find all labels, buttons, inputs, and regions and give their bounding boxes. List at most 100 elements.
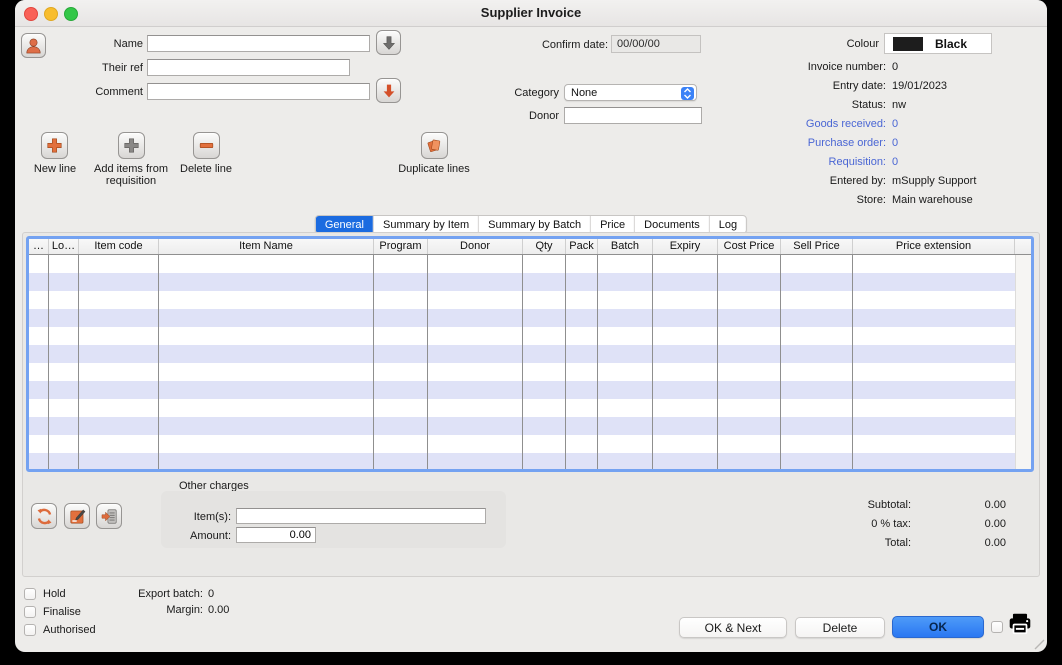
tab-price[interactable]: Price [590, 216, 634, 233]
table-row[interactable] [29, 273, 1031, 291]
column-header[interactable]: Item code [79, 239, 159, 254]
table-row[interactable] [29, 327, 1031, 345]
column-header[interactable]: Donor [428, 239, 523, 254]
totals-label: Subtotal: [761, 499, 911, 511]
table-row[interactable] [29, 381, 1031, 399]
totals-value: 0.00 [911, 518, 1006, 530]
name-input[interactable] [147, 35, 370, 52]
info-row: Purchase order: 0 [645, 133, 976, 152]
column-divider [427, 255, 428, 471]
confirm-date-field: 00/00/00 [611, 35, 701, 53]
tab-summary-by-item[interactable]: Summary by Item [373, 216, 478, 233]
info-row-value[interactable]: 0 [892, 137, 898, 149]
table-body [29, 255, 1031, 471]
title-bar[interactable]: Supplier Invoice [15, 0, 1047, 27]
print-checkbox[interactable] [991, 621, 1003, 633]
their-ref-input[interactable] [147, 59, 350, 76]
ok-and-next-button[interactable]: OK & Next [679, 617, 787, 638]
name-lookup-button[interactable] [376, 30, 401, 55]
hold-checkbox-label: Hold [43, 588, 66, 600]
column-header[interactable]: Batch [598, 239, 653, 254]
info-row-value: mSupply Support [892, 175, 976, 187]
duplicate-lines-button[interactable] [421, 132, 448, 159]
info-row-label[interactable]: Requisition: [645, 156, 886, 168]
category-selected-value: None [571, 87, 597, 99]
column-header[interactable]: Sell Price [781, 239, 853, 254]
column-header[interactable]: Pack [566, 239, 598, 254]
duplicate-lines-label: Duplicate lines [394, 163, 474, 175]
totals-value: 0.00 [911, 537, 1006, 549]
totals-label: Total: [761, 537, 911, 549]
authorised-checkbox[interactable] [24, 624, 36, 636]
info-row-label: Status: [645, 99, 886, 111]
totals-row: 0 % tax:0.00 [761, 514, 1006, 533]
comment-expand-button[interactable] [376, 78, 401, 103]
export-batch-value: 0 [208, 588, 214, 600]
supplier-invoice-window: Supplier Invoice Name Their ref Comment … [15, 0, 1047, 652]
vertical-scrollbar[interactable] [1015, 255, 1031, 469]
table-row[interactable] [29, 255, 1031, 273]
other-charges-amount-input[interactable] [236, 527, 316, 543]
table-row[interactable] [29, 399, 1031, 417]
tab-summary-by-batch[interactable]: Summary by Batch [478, 216, 590, 233]
info-row-value[interactable]: 0 [892, 118, 898, 130]
table-row[interactable] [29, 309, 1031, 327]
person-icon [24, 36, 43, 55]
delete-line-button[interactable] [193, 132, 220, 159]
supplier-details-button[interactable] [21, 33, 46, 58]
comment-input[interactable] [147, 83, 370, 100]
refresh-lines-button[interactable] [31, 503, 57, 529]
column-header[interactable]: Cost Price [718, 239, 781, 254]
finalise-checkbox[interactable] [24, 606, 36, 618]
duplicate-cards-icon [425, 136, 444, 155]
column-header[interactable]: Price extension [853, 239, 1015, 254]
down-arrow-icon [380, 34, 398, 52]
column-header[interactable]: Program [374, 239, 428, 254]
info-row-value[interactable]: 0 [892, 156, 898, 168]
other-charges-amount-label: Amount: [161, 530, 231, 542]
new-line-button[interactable] [41, 132, 68, 159]
table-row[interactable] [29, 435, 1031, 453]
table-row[interactable] [29, 291, 1031, 309]
invoice-lines-table[interactable]: …Lo…Item codeItem NameProgramDonorQtyPac… [26, 236, 1034, 472]
margin-value: 0.00 [208, 604, 229, 616]
info-row-label: Store: [645, 194, 886, 206]
info-row-value: 19/01/2023 [892, 80, 947, 92]
table-row[interactable] [29, 453, 1031, 471]
info-row: Entry date:19/01/2023 [645, 76, 976, 95]
column-header[interactable]: Lo… [49, 239, 79, 254]
info-row-value: 0 [892, 61, 898, 73]
totals-row: Subtotal:0.00 [761, 495, 1006, 514]
print-button[interactable] [1007, 611, 1033, 642]
add-to-list-button[interactable] [96, 503, 122, 529]
edit-line-button[interactable] [64, 503, 90, 529]
delete-button[interactable]: Delete [795, 617, 885, 638]
column-header-filler [1015, 239, 1030, 254]
totals-row: Total:0.00 [761, 533, 1006, 552]
table-row[interactable] [29, 363, 1031, 381]
add-items-from-requisition-button[interactable] [118, 132, 145, 159]
info-row: Status:nw [645, 95, 976, 114]
delete-line-label: Delete line [161, 163, 251, 175]
info-row-label[interactable]: Goods received: [645, 118, 886, 130]
column-header[interactable]: Qty [523, 239, 566, 254]
ok-button[interactable]: OK [892, 616, 984, 638]
tab-general[interactable]: General [316, 216, 373, 233]
other-charges-items-input[interactable] [236, 508, 486, 524]
info-row-label: Entered by: [645, 175, 886, 187]
info-row: Invoice number:0 [645, 57, 976, 76]
colour-select[interactable]: Black [884, 33, 992, 54]
table-row[interactable] [29, 345, 1031, 363]
info-row-label[interactable]: Purchase order: [645, 137, 886, 149]
column-header[interactable]: Item Name [159, 239, 374, 254]
hold-checkbox[interactable] [24, 588, 36, 600]
new-line-label: New line [20, 163, 90, 175]
column-header[interactable]: … [29, 239, 49, 254]
resize-grip[interactable] [1033, 638, 1045, 650]
info-list: Invoice number:0Entry date:19/01/2023Sta… [645, 57, 976, 209]
tab-log[interactable]: Log [709, 216, 746, 233]
tab-documents[interactable]: Documents [634, 216, 709, 233]
comment-label: Comment [63, 86, 143, 98]
column-header[interactable]: Expiry [653, 239, 718, 254]
table-row[interactable] [29, 417, 1031, 435]
